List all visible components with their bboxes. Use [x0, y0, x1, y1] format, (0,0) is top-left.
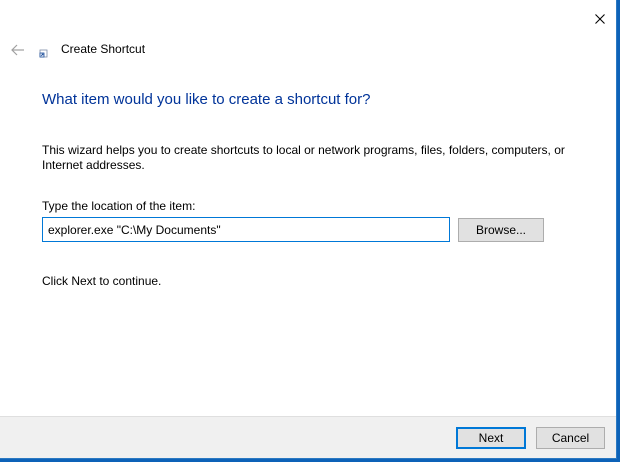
close-icon [595, 14, 605, 24]
back-button[interactable] [8, 40, 28, 60]
location-input[interactable] [42, 217, 450, 242]
dialog-title: Create Shortcut [61, 42, 146, 56]
shortcut-icon [39, 49, 48, 58]
back-arrow-icon [11, 44, 24, 56]
close-button[interactable] [586, 6, 614, 32]
next-button[interactable]: Next [456, 427, 526, 449]
wizard-description: This wizard helps you to create shortcut… [42, 143, 565, 172]
main-instruction: What item would you like to create a sho… [42, 91, 371, 108]
create-shortcut-dialog: Create Shortcut What item would you like… [0, 0, 617, 459]
continue-instruction: Click Next to continue. [42, 274, 162, 288]
browse-button[interactable]: Browse... [458, 218, 544, 242]
location-label: Type the location of the item: [42, 199, 196, 213]
cancel-button[interactable]: Cancel [536, 427, 605, 449]
